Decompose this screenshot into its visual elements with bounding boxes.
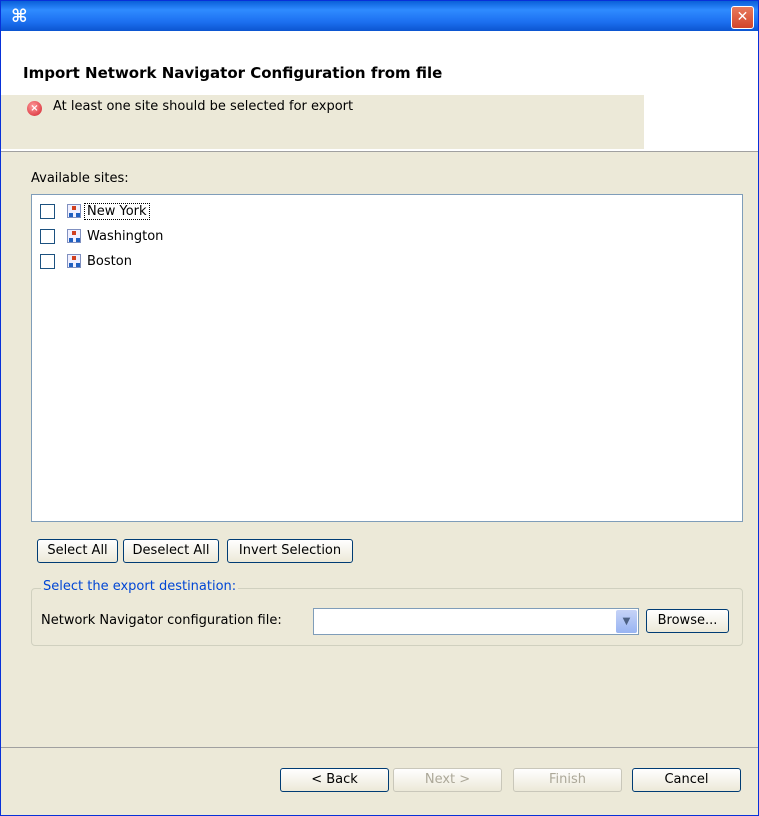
site-icon — [67, 204, 81, 218]
site-icon — [67, 254, 81, 268]
close-button[interactable]: ✕ — [731, 6, 754, 29]
cancel-button[interactable]: Cancel — [632, 768, 741, 792]
app-icon: ⌘ — [11, 6, 28, 27]
select-all-button[interactable]: Select All — [37, 539, 118, 563]
error-message: At least one site should be selected for… — [53, 99, 354, 114]
sites-list[interactable]: New York Washington Boston — [31, 194, 743, 522]
finish-button[interactable]: Finish — [513, 768, 622, 792]
chevron-down-icon[interactable]: ▼ — [616, 610, 637, 633]
site-checkbox-new-york[interactable] — [40, 203, 55, 219]
wizard-content: Available sites: New York Washington Bos… — [1, 153, 758, 747]
title-bar[interactable]: ⌘ ✕ — [1, 1, 758, 31]
config-file-label: Network Navigator configuration file: — [41, 613, 282, 628]
error-icon: × — [27, 101, 42, 116]
export-destination-legend: Select the export destination: — [41, 579, 239, 594]
back-button[interactable]: < Back — [280, 768, 389, 792]
close-icon: ✕ — [736, 9, 749, 25]
list-item[interactable]: Boston — [40, 250, 134, 272]
site-label[interactable]: New York — [84, 202, 150, 220]
page-title: Import Network Navigator Configuration f… — [23, 64, 443, 82]
site-icon — [67, 229, 81, 243]
site-label[interactable]: Washington — [85, 229, 165, 244]
site-checkbox-boston[interactable] — [40, 253, 55, 269]
config-file-combo[interactable]: ▼ — [313, 608, 639, 635]
browse-button[interactable]: Browse... — [646, 609, 729, 633]
next-button[interactable]: Next > — [393, 768, 502, 792]
site-checkbox-washington[interactable] — [40, 228, 55, 244]
dialog-window: ⌘ ✕ Import Network Navigator Configurati… — [0, 0, 759, 816]
list-item[interactable]: New York — [40, 200, 150, 222]
deselect-all-button[interactable]: Deselect All — [123, 539, 219, 563]
site-label[interactable]: Boston — [85, 254, 134, 269]
wizard-banner: Import Network Navigator Configuration f… — [1, 31, 758, 152]
available-sites-label: Available sites: — [31, 171, 129, 186]
list-item[interactable]: Washington — [40, 225, 165, 247]
message-bar: × At least one site should be selected f… — [1, 95, 644, 149]
wizard-footer: < Back Next > Finish Cancel — [1, 748, 758, 815]
invert-selection-button[interactable]: Invert Selection — [227, 539, 353, 563]
